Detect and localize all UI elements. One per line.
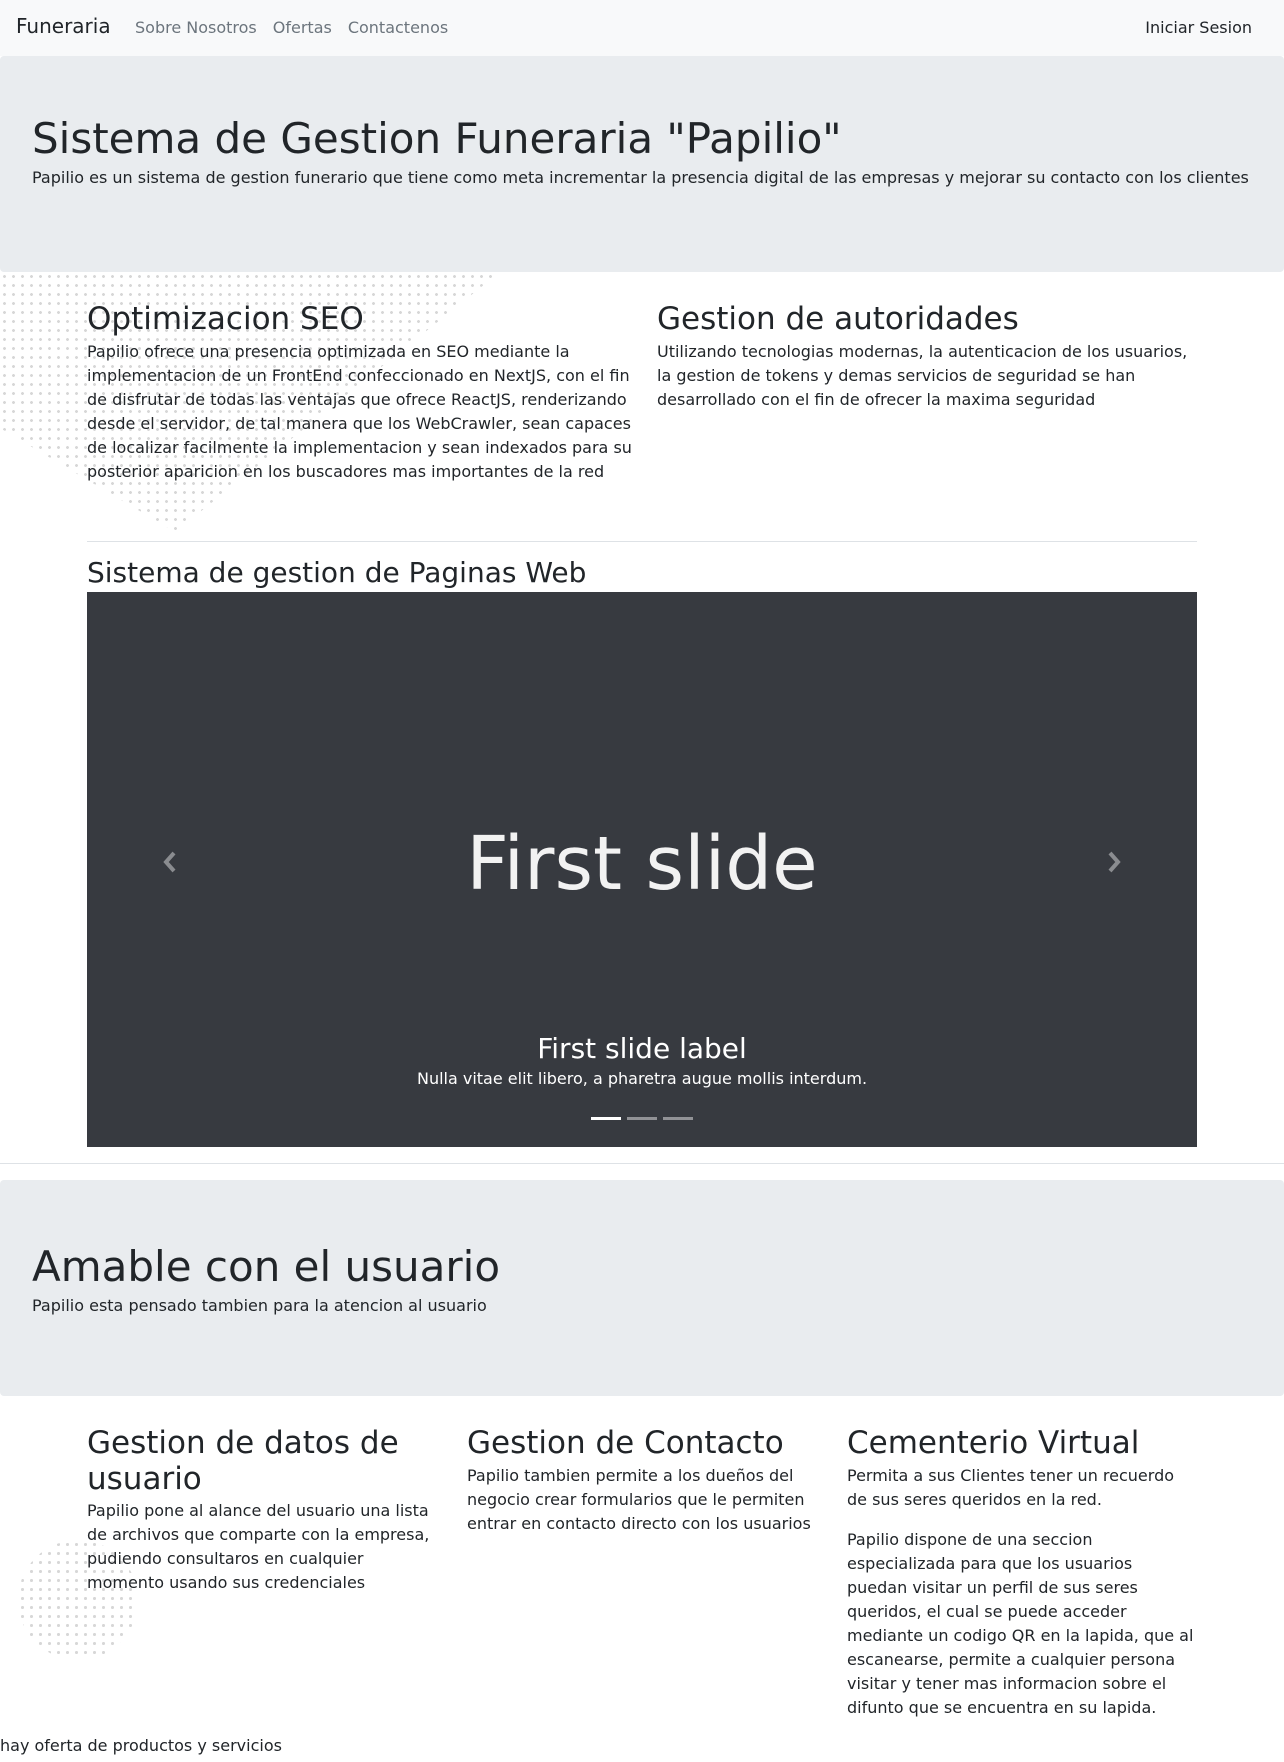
carousel-caption: First slide label Nulla vitae elit liber… <box>87 1032 1197 1088</box>
section-divider <box>0 1163 1284 1164</box>
cementerio-text-1: Permita a sus Clientes tener un recuerdo… <box>847 1465 1175 1509</box>
navbar: Funeraria Sobre Nosotros Ofertas Contact… <box>0 0 1284 56</box>
feature-auth: Gestion de autoridades Utilizando tecnol… <box>657 301 1197 412</box>
nav-links: Sobre Nosotros Ofertas Contactenos <box>135 18 448 37</box>
feature-auth-title: Gestion de autoridades <box>657 301 1019 337</box>
carousel-indicator-2[interactable] <box>627 1117 657 1120</box>
carousel-indicator-1[interactable] <box>591 1117 621 1120</box>
carousel[interactable]: First slide First slide label Nulla vita… <box>87 592 1197 1147</box>
caption-title: First slide label <box>537 1032 747 1065</box>
hero-subtitle: Papilio es un sistema de gestion funerar… <box>32 168 1249 187</box>
column-contacto: Gestion de Contacto Papilio tambien perm… <box>467 1425 817 1536</box>
chevron-left-icon[interactable] <box>150 842 190 882</box>
feature-seo-text: Papilio ofrece una presencia optimizada … <box>87 341 632 481</box>
slide-placeholder-text: First slide <box>466 821 818 907</box>
brand-link[interactable]: Funeraria <box>16 14 111 38</box>
datos-title: Gestion de datos de usuario <box>87 1425 399 1497</box>
chevron-right-icon[interactable] <box>1094 842 1134 882</box>
nav-link-ofertas[interactable]: Ofertas <box>273 18 332 37</box>
hero2-title: Amable con el usuario <box>32 1242 501 1291</box>
nav-link-sobre-nosotros[interactable]: Sobre Nosotros <box>135 18 257 37</box>
web-section-title: Sistema de gestion de Paginas Web <box>87 556 587 589</box>
hero-jumbotron: Sistema de Gestion Funeraria "Papilio" P… <box>0 56 1284 272</box>
datos-text: Papilio pone al alance del usuario una l… <box>87 1501 430 1593</box>
contacto-title: Gestion de Contacto <box>467 1425 784 1461</box>
feature-auth-text: Utilizando tecnologias modernas, la aute… <box>657 341 1188 409</box>
nav-link-contactenos[interactable]: Contactenos <box>348 18 448 37</box>
cementerio-text-2: Papilio dispone de una seccion especiali… <box>847 1529 1194 1717</box>
hero2-subtitle: Papilio esta pensado tambien para la ate… <box>32 1296 487 1315</box>
login-link[interactable]: Iniciar Sesion <box>1145 18 1252 37</box>
cementerio-title: Cementerio Virtual <box>847 1425 1140 1461</box>
feature-seo: Optimizacion SEO Papilio ofrece una pres… <box>87 301 632 484</box>
carousel-indicator-3[interactable] <box>663 1117 693 1120</box>
column-datos-usuario: Gestion de datos de usuario Papilio pone… <box>87 1425 437 1595</box>
feature-seo-title: Optimizacion SEO <box>87 301 364 337</box>
user-friendly-jumbotron: Amable con el usuario Papilio esta pensa… <box>0 1180 1284 1396</box>
column-cementerio: Cementerio Virtual Permita a sus Cliente… <box>847 1425 1197 1720</box>
caption-text: Nulla vitae elit libero, a pharetra augu… <box>416 1069 868 1088</box>
carousel-indicators <box>87 1117 1197 1120</box>
footer-note: hay oferta de productos y servicios <box>0 1736 282 1755</box>
contacto-text: Papilio tambien permite a los dueños del… <box>467 1465 811 1533</box>
hero-title: Sistema de Gestion Funeraria "Papilio" <box>32 114 842 163</box>
section-divider <box>87 541 1197 542</box>
